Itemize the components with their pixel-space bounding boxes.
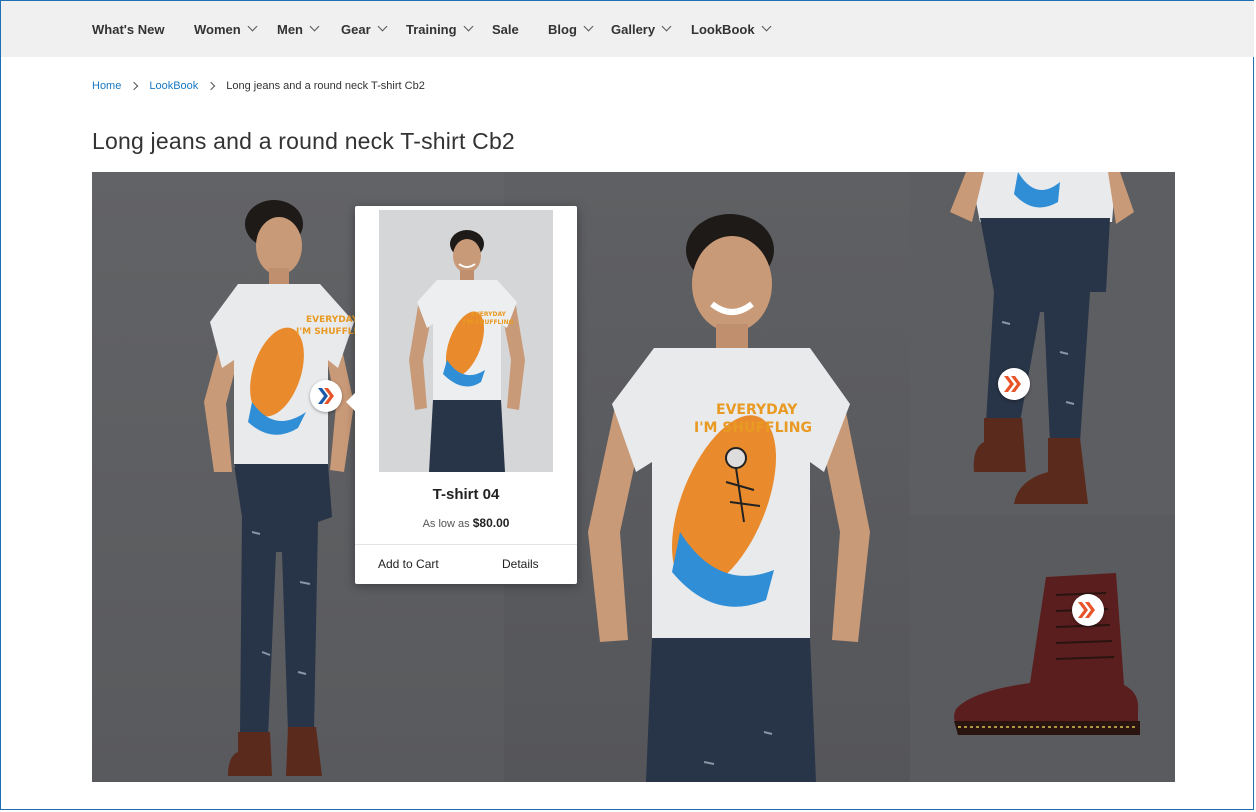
- shirt-print-text: EVERYDAY: [716, 402, 798, 418]
- shirt-print-text: I'M SHUFFLING: [463, 319, 514, 326]
- popup-divider: [355, 544, 577, 545]
- nav-item-label: Men: [277, 21, 303, 37]
- price-value: $80.00: [472, 516, 510, 530]
- nav-item-lookbook[interactable]: LookBook: [691, 1, 772, 57]
- nav-item-label: What's New: [92, 21, 165, 37]
- hotspot-jeans[interactable]: [998, 368, 1030, 400]
- nav-item-label: Gear: [341, 21, 371, 37]
- boot-illustration: [954, 573, 1140, 735]
- breadcrumb-lookbook-link[interactable]: LookBook: [149, 80, 198, 92]
- lookbook-photo-boot: [910, 515, 1175, 782]
- lookbook-photo-jeans: [910, 172, 1175, 515]
- nav-item-men[interactable]: Men: [277, 1, 320, 57]
- product-popup: EVERYDAY I'M SHUFFLING T-shirt 04 As low…: [346, 206, 577, 584]
- breadcrumb-home-link[interactable]: Home: [92, 80, 121, 92]
- shirt-print-text: EVERYDAY: [306, 315, 359, 325]
- nav-item-label: Training: [406, 21, 457, 37]
- breadcrumb: Home LookBook Long jeans and a round nec…: [92, 80, 425, 92]
- chevron-down-icon: [309, 21, 320, 32]
- chevron-down-icon: [661, 21, 672, 32]
- breadcrumb-current: Long jeans and a round neck T-shirt Cb2: [226, 80, 425, 92]
- nav-item-label: Women: [194, 21, 241, 37]
- double-chevron-right-icon: [1078, 602, 1095, 618]
- nav-item-label: Sale: [492, 21, 519, 37]
- chevron-right-icon: [207, 81, 216, 91]
- nav-item-label: Blog: [548, 21, 577, 37]
- hotspot-tshirt[interactable]: [310, 380, 342, 412]
- nav-item-training[interactable]: Training: [406, 1, 474, 57]
- price-prefix: As low as: [422, 518, 470, 530]
- shirt-print-text: I'M SHUFFLING: [694, 420, 812, 436]
- page-title: Long jeans and a round neck T-shirt Cb2: [92, 128, 515, 154]
- main-navigation: What's New Women Men Gear Training Sale …: [1, 1, 1254, 57]
- nav-item-blog[interactable]: Blog: [548, 1, 594, 57]
- product-photo-illustration: EVERYDAY I'M SHUFFLING: [379, 210, 553, 472]
- product-name[interactable]: T-shirt 04: [355, 486, 577, 503]
- nav-item-women[interactable]: Women: [194, 1, 258, 57]
- add-to-cart-button[interactable]: Add to Cart: [378, 557, 439, 571]
- nav-item-whats-new[interactable]: What's New: [92, 1, 164, 57]
- nav-item-label: LookBook: [691, 21, 755, 37]
- product-image[interactable]: EVERYDAY I'M SHUFFLING: [379, 210, 553, 472]
- chevron-down-icon: [463, 21, 474, 32]
- nav-item-gear[interactable]: Gear: [341, 1, 388, 57]
- double-chevron-right-icon: [318, 388, 334, 404]
- chevron-down-icon: [761, 21, 772, 32]
- chevron-down-icon: [583, 21, 594, 32]
- hotspot-boots[interactable]: [1072, 594, 1104, 626]
- double-chevron-right-icon: [1004, 376, 1021, 392]
- nav-item-gallery[interactable]: Gallery: [611, 1, 672, 57]
- nav-item-sale[interactable]: Sale: [492, 1, 519, 57]
- details-link[interactable]: Details: [502, 557, 539, 571]
- lookbook-image: EVERYDAY I'M SHUFFLING EVERYDAY I'M SHUF…: [92, 172, 1175, 782]
- jeans-illustration: [950, 172, 1134, 504]
- product-price: As low as $80.00: [355, 516, 577, 530]
- chevron-down-icon: [377, 21, 388, 32]
- chevron-down-icon: [247, 21, 258, 32]
- shirt-print-text: EVERYDAY: [471, 311, 507, 318]
- chevron-right-icon: [130, 81, 139, 91]
- nav-item-label: Gallery: [611, 21, 656, 37]
- popup-pointer: [346, 392, 356, 412]
